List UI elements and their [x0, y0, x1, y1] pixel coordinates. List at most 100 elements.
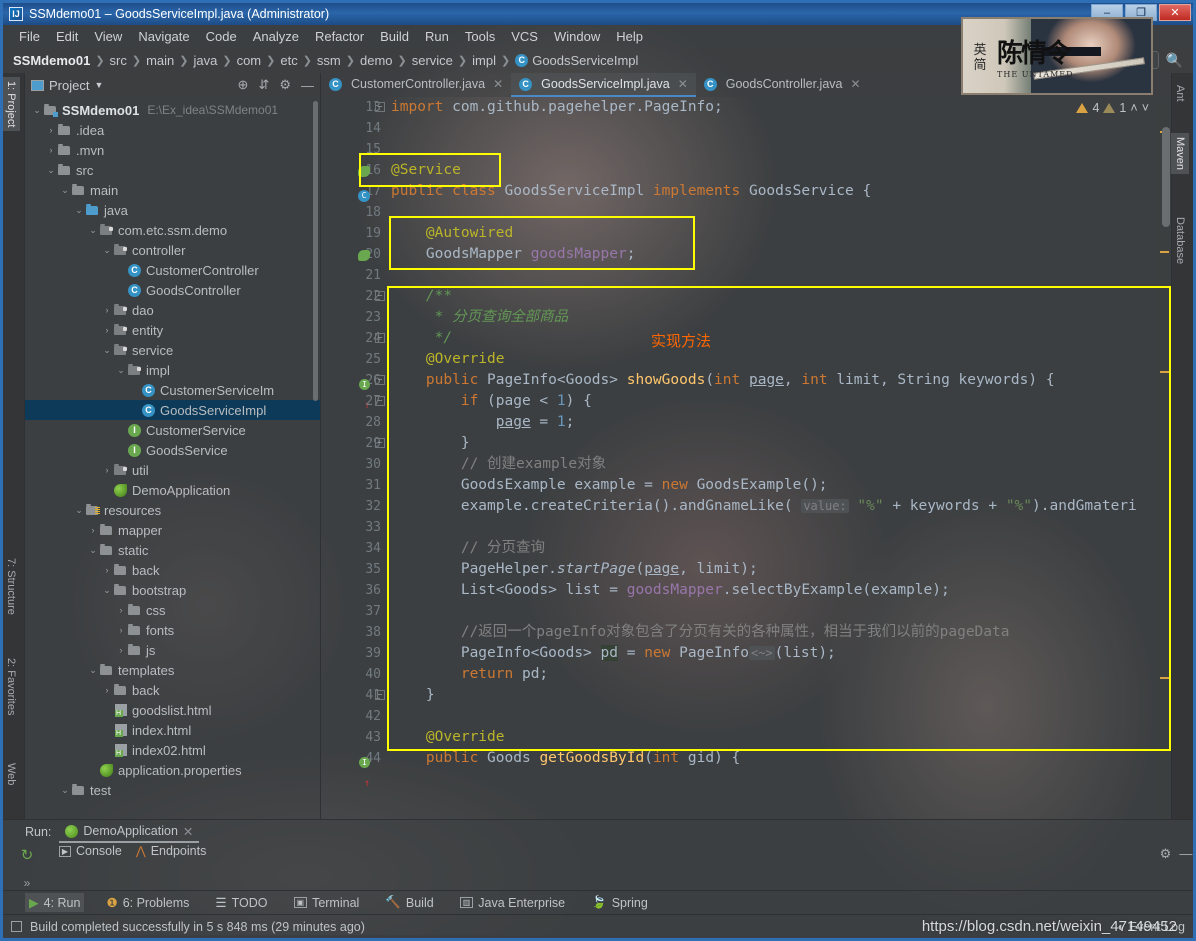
fold-marker-icon[interactable]: − [375, 375, 385, 385]
line-number[interactable]: 19 [321, 223, 385, 244]
chevron-down-icon[interactable]: ⌄ [73, 505, 85, 516]
line-number[interactable]: 23 [321, 307, 385, 328]
code-line[interactable]: @Override [385, 727, 1157, 748]
tree-item[interactable]: ⌄ bootstrap [25, 580, 320, 600]
breadcrumb-impl[interactable]: impl [472, 53, 496, 68]
chevron-down-icon[interactable]: ⌄ [45, 165, 57, 176]
line-number[interactable]: 43 [321, 727, 385, 748]
code-line[interactable]: List<Goods> list = goodsMapper.selectByE… [385, 580, 1157, 601]
fold-marker-icon[interactable]: − [375, 396, 385, 406]
chevron-down-icon[interactable]: ⌄ [101, 245, 113, 256]
menu-tools[interactable]: Tools [457, 27, 503, 46]
prev-problem-icon[interactable]: ˄ [1130, 101, 1137, 115]
chevron-right-icon[interactable]: › [101, 465, 113, 475]
tree-item[interactable]: ›index02.html [25, 740, 320, 760]
code-line[interactable] [385, 517, 1157, 538]
code-line[interactable]: */ [385, 328, 1157, 349]
menu-build[interactable]: Build [372, 27, 417, 46]
tree-item[interactable]: ⌄ templates [25, 660, 320, 680]
code-line[interactable]: import com.github.pagehelper.PageInfo; [385, 97, 1157, 118]
tree-item[interactable]: › dao [25, 300, 320, 320]
tree-item[interactable]: › entity [25, 320, 320, 340]
line-number[interactable]: 37 [321, 601, 385, 622]
line-number[interactable]: 42 [321, 706, 385, 727]
breadcrumb-com[interactable]: com [237, 53, 262, 68]
chevron-down-icon[interactable]: ⌄ [59, 185, 71, 196]
code-viewport[interactable]: 13−14 15 16 17 C 18 19 20 21 22−23 24−25 26 I↑ −27−28… [321, 97, 1171, 819]
tab-goodsserviceimpl[interactable]: C GoodsServiceImpl.java ✕ [511, 73, 696, 97]
line-number[interactable]: 29− [321, 433, 385, 454]
tree-item[interactable]: › css [25, 600, 320, 620]
tool-tab-terminal[interactable]: ▣ Terminal [290, 894, 364, 912]
class-impl-icon[interactable]: C [355, 184, 370, 202]
line-number[interactable]: 24− [321, 328, 385, 349]
close-button[interactable]: ✕ [1159, 4, 1191, 21]
breadcrumb-src[interactable]: src [110, 53, 127, 68]
chevron-right-icon[interactable]: › [45, 125, 57, 135]
code-line[interactable]: public Goods getGoodsById(int gid) { [385, 748, 1157, 769]
menu-navigate[interactable]: Navigate [130, 27, 197, 46]
tree-item[interactable]: ⌄ com.etc.ssm.demo [25, 220, 320, 240]
sidebar-item-web[interactable]: Web [3, 759, 20, 789]
menu-window[interactable]: Window [546, 27, 608, 46]
rerun-icon[interactable]: ↻ [21, 846, 34, 864]
line-number[interactable]: 20 [321, 244, 385, 265]
breadcrumb-class[interactable]: GoodsServiceImpl [532, 53, 638, 68]
chevron-right-icon[interactable]: › [101, 685, 113, 695]
line-number[interactable]: 41− [321, 685, 385, 706]
line-number[interactable]: 28 [321, 412, 385, 433]
run-config-tab[interactable]: DemoApplication ✕ [59, 822, 200, 843]
line-number[interactable]: 13− [321, 97, 385, 118]
tree-item[interactable]: › .mvn [25, 140, 320, 160]
code-line[interactable] [385, 265, 1157, 286]
menu-edit[interactable]: Edit [48, 27, 86, 46]
code-line[interactable]: if (page < 1) { [385, 391, 1157, 412]
tree-item[interactable]: › fonts [25, 620, 320, 640]
console-output[interactable]: 2021/03/23-17:14:47 [http-nio-8080-exec-… [51, 856, 1159, 890]
override-icon[interactable]: I↑ [355, 373, 370, 411]
sidebar-item-ant[interactable]: Ant [1171, 81, 1189, 106]
fold-marker-icon[interactable]: − [375, 438, 385, 448]
tree-item[interactable]: ⌄ java [25, 200, 320, 220]
line-number[interactable]: 40 [321, 664, 385, 685]
menu-file[interactable]: File [11, 27, 48, 46]
code-line[interactable]: @Service [385, 160, 1157, 181]
tree-item[interactable]: › util [25, 460, 320, 480]
locate-icon[interactable]: ⊕ [238, 77, 249, 93]
breadcrumb-java[interactable]: java [194, 53, 218, 68]
tree-item[interactable]: ›CCustomerServiceIm [25, 380, 320, 400]
breadcrumb-main[interactable]: main [146, 53, 174, 68]
menu-analyze[interactable]: Analyze [245, 27, 307, 46]
sidebar-item-favorites[interactable]: 2: Favorites [3, 654, 20, 719]
breadcrumb-demo[interactable]: demo [360, 53, 393, 68]
code-line[interactable] [385, 118, 1157, 139]
code-line[interactable] [385, 202, 1157, 223]
line-number[interactable]: 33 [321, 517, 385, 538]
tool-tab-todo[interactable]: ☰ TODO [211, 893, 271, 912]
tree-item[interactable]: ›ICustomerService [25, 420, 320, 440]
line-number[interactable]: 31 [321, 475, 385, 496]
code-line[interactable] [385, 706, 1157, 727]
tree-item[interactable]: ⌄ resources [25, 500, 320, 520]
chevron-down-icon[interactable]: ⌄ [87, 225, 99, 236]
line-number[interactable]: 15 [321, 139, 385, 160]
chevron-down-icon[interactable]: ⌄ [101, 345, 113, 356]
tree-item[interactable]: ›index.html [25, 720, 320, 740]
line-number[interactable]: 44 I↑ [321, 748, 385, 789]
breadcrumb-ssm[interactable]: ssm [317, 53, 341, 68]
code-line[interactable]: // 分页查询 [385, 538, 1157, 559]
code-line[interactable]: } [385, 685, 1157, 706]
line-number[interactable]: 26 I↑ − [321, 370, 385, 411]
code-line[interactable]: //返回一个pageInfo对象包含了分页有关的各种属性，相当于我们以前的pag… [385, 622, 1157, 643]
expand-icon[interactable]: » [24, 876, 31, 890]
menu-help[interactable]: Help [608, 27, 651, 46]
code-line[interactable]: GoodsExample example = new GoodsExample(… [385, 475, 1157, 496]
tree-item[interactable]: ⌄ impl [25, 360, 320, 380]
chevron-down-icon[interactable]: ⌄ [87, 545, 99, 556]
tree-item[interactable]: ›goodslist.html [25, 700, 320, 720]
line-number[interactable]: 21 [321, 265, 385, 286]
tree-item[interactable]: › mapper [25, 520, 320, 540]
line-number[interactable]: 35 [321, 559, 385, 580]
sidebar-item-project[interactable]: 1: Project [3, 77, 20, 132]
chevron-right-icon[interactable]: › [101, 565, 113, 575]
